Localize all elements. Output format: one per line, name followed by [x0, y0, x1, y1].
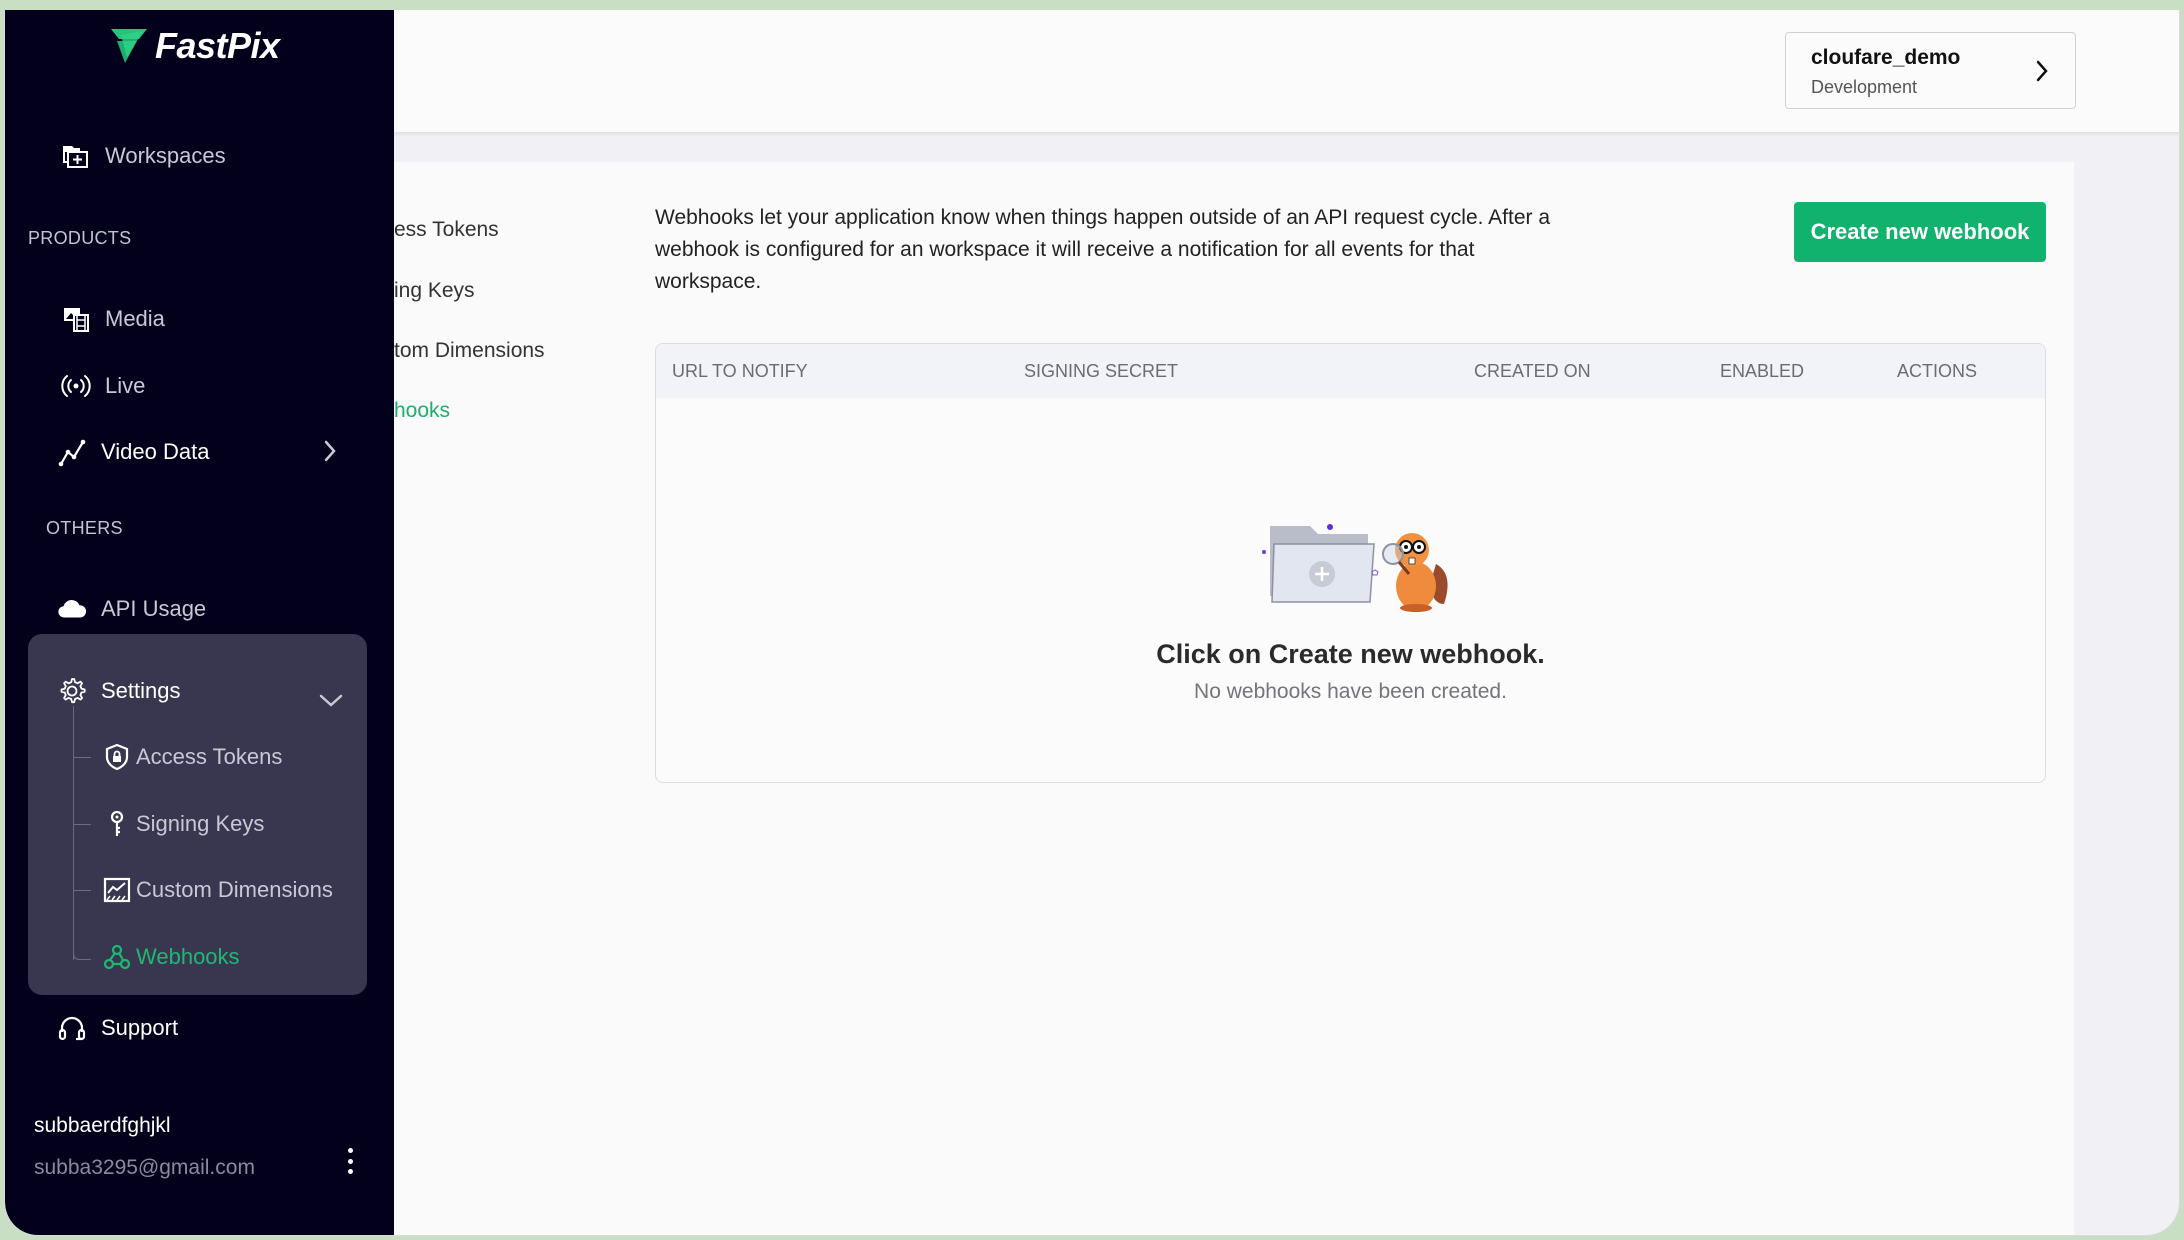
- sidebar-item-media[interactable]: Media: [61, 304, 165, 334]
- user-name: subbaerdfghjkl: [34, 1114, 171, 1137]
- tree-connector: [73, 757, 91, 758]
- workspace-name: cloufare_demo: [1811, 46, 1961, 69]
- user-menu-button[interactable]: [344, 1148, 356, 1174]
- sidebar-item-label: Media: [105, 306, 165, 331]
- app-window: FastPix Workspaces PRODUCTS Media Live V…: [4, 10, 2180, 1236]
- sidebar-item-live[interactable]: Live: [61, 371, 145, 401]
- sidebar-item-access-tokens[interactable]: Access Tokens: [102, 742, 282, 772]
- others-heading: OTHERS: [46, 518, 123, 538]
- tree-connector: [73, 934, 91, 960]
- sparkle-icon: [1262, 550, 1266, 554]
- tree-connector: [73, 824, 91, 825]
- sidebar-item-signing-keys[interactable]: Signing Keys: [102, 809, 264, 839]
- webhook-icon: [103, 944, 131, 970]
- table-header: URL TO NOTIFY SIGNING SECRET CREATED ON …: [656, 344, 2045, 398]
- brand-name: FastPix: [155, 25, 280, 66]
- sidebar-item-settings[interactable]: Settings: [57, 676, 181, 706]
- fastpix-logo-icon: [111, 29, 147, 63]
- headset-icon: [58, 1016, 86, 1041]
- sidebar-item-label: Video Data: [101, 439, 210, 464]
- subnav-custom-dimensions[interactable]: tom Dimensions: [394, 339, 545, 363]
- subnav-webhooks[interactable]: hooks: [394, 399, 450, 423]
- shield-lock-icon: [105, 743, 129, 771]
- empty-state-illustration: [1262, 524, 1448, 612]
- chevron-right-icon: [2036, 60, 2048, 82]
- media-icon: [64, 308, 89, 332]
- folder-plus-icon: [63, 146, 88, 168]
- chevron-down-icon[interactable]: [318, 693, 344, 709]
- gear-icon: [60, 678, 86, 704]
- main-content: ess Tokens ing Keys tom Dimensions hooks…: [394, 162, 2074, 1235]
- webhooks-table: URL TO NOTIFY SIGNING SECRET CREATED ON …: [655, 343, 2046, 783]
- sidebar-item-label: Webhooks: [136, 944, 240, 969]
- tree-connector: [73, 706, 74, 960]
- sidebar-item-label: Live: [105, 373, 146, 398]
- column-header-url: URL TO NOTIFY: [672, 361, 808, 381]
- webhooks-description: Webhooks let your application know when …: [655, 206, 1551, 293]
- sparkle-icon: [1327, 524, 1333, 530]
- chart-line-icon: [58, 439, 86, 467]
- subnav-access-tokens[interactable]: ess Tokens: [394, 218, 499, 242]
- sidebar-item-api-usage[interactable]: API Usage: [57, 594, 206, 624]
- empty-state-subtitle: No webhooks have been created.: [1194, 680, 1507, 703]
- chevron-right-icon[interactable]: [323, 439, 337, 463]
- column-header-signing-secret: SIGNING SECRET: [1024, 361, 1179, 381]
- column-header-enabled: ENABLED: [1720, 361, 1805, 381]
- settings-group: Settings Access Tokens Signing Keys Cust…: [28, 634, 367, 995]
- key-icon: [110, 810, 124, 836]
- empty-state-title: Click on Create new webhook.: [1156, 639, 1545, 669]
- sidebar-item-webhooks[interactable]: Webhooks: [102, 942, 240, 972]
- workspace-environment: Development: [1811, 77, 1918, 97]
- fastpix-logo[interactable]: FastPix: [109, 24, 280, 68]
- sidebar: FastPix Workspaces PRODUCTS Media Live V…: [5, 10, 394, 1235]
- sidebar-item-video-data[interactable]: Video Data: [57, 437, 209, 467]
- column-header-actions: ACTIONS: [1897, 361, 1978, 381]
- sidebar-item-support[interactable]: Support: [57, 1013, 178, 1043]
- cloud-icon: [58, 600, 87, 618]
- sidebar-item-label: Access Tokens: [136, 744, 283, 769]
- sidebar-item-custom-dimensions[interactable]: Custom Dimensions: [102, 875, 333, 905]
- kebab-dot: [347, 1148, 353, 1153]
- tree-connector: [73, 890, 91, 891]
- sidebar-item-label: Signing Keys: [136, 811, 265, 836]
- top-header: cloufare_demo Development: [394, 10, 2179, 132]
- kebab-dot: [347, 1158, 353, 1164]
- products-heading: PRODUCTS: [28, 228, 132, 248]
- user-email: subba3295@gmail.com: [34, 1156, 255, 1179]
- sidebar-item-label: Workspaces: [105, 143, 226, 168]
- beaver-mascot-icon: [1382, 533, 1448, 612]
- dimensions-chart-icon: [103, 877, 131, 903]
- sidebar-item-label: Support: [101, 1015, 179, 1040]
- sidebar-item-label: Custom Dimensions: [136, 877, 333, 902]
- create-webhook-button[interactable]: Create new webhook: [1794, 202, 2046, 262]
- column-header-created-on: CREATED ON: [1474, 361, 1591, 381]
- sidebar-item-label: API Usage: [101, 596, 207, 621]
- live-broadcast-icon: [61, 375, 91, 397]
- workspace-switcher[interactable]: cloufare_demo Development: [1785, 32, 2076, 109]
- sidebar-item-label: Settings: [101, 678, 181, 703]
- subnav-signing-keys[interactable]: ing Keys: [394, 279, 475, 303]
- kebab-dot: [347, 1169, 353, 1174]
- sidebar-item-workspaces[interactable]: Workspaces: [61, 141, 226, 171]
